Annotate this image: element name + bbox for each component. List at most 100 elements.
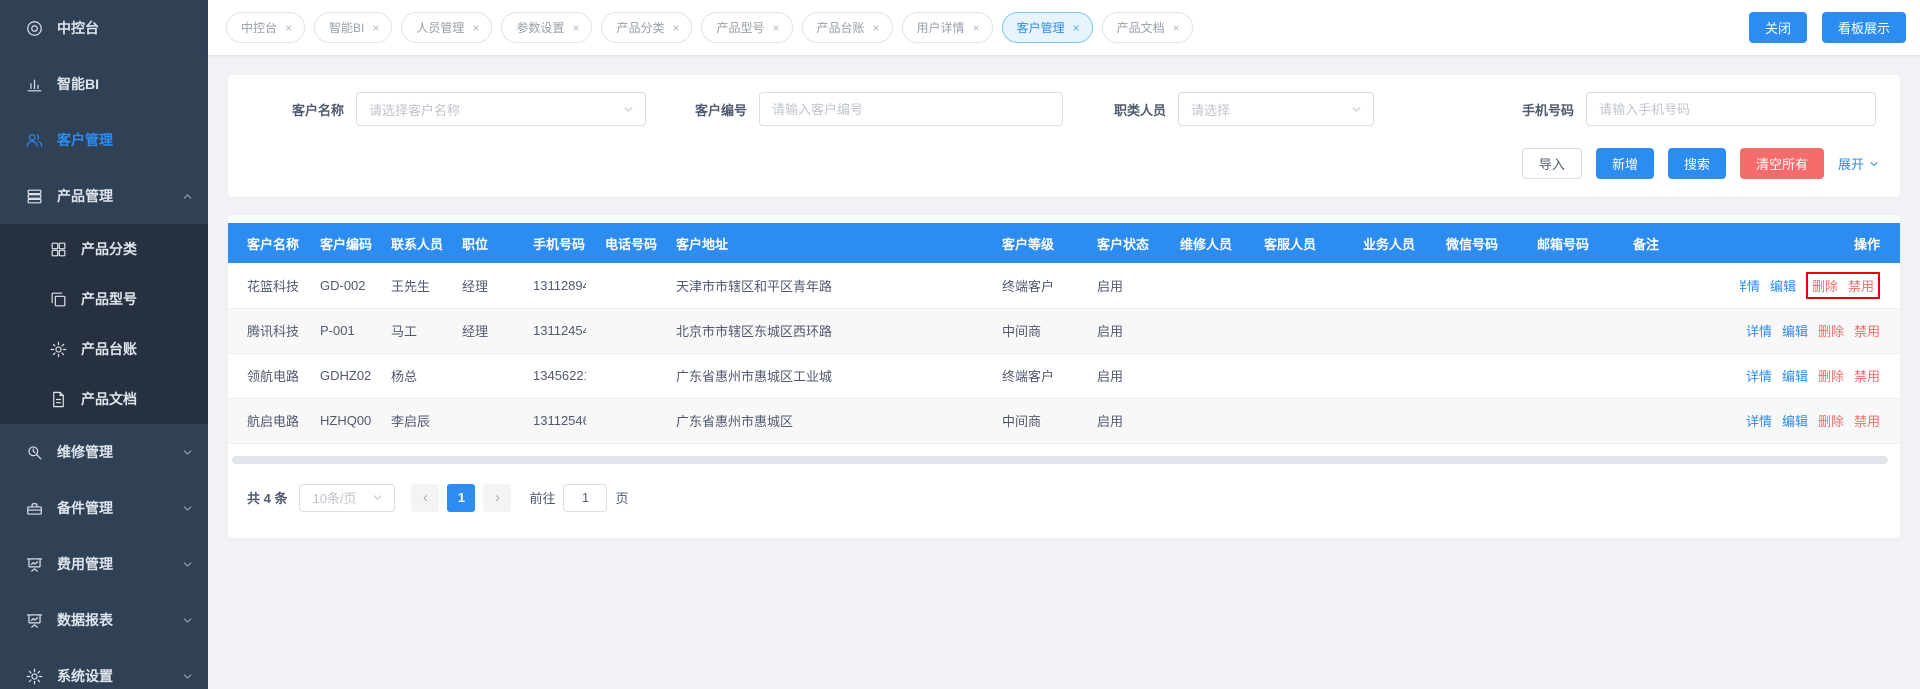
table-cell: HZHQ0029 [301, 398, 372, 443]
close-tab-icon[interactable]: × [572, 22, 579, 34]
column-header: 手机号码 [514, 223, 586, 263]
table-cell: 王先生 [372, 263, 443, 308]
job-person-select[interactable]: 请选择 [1178, 92, 1374, 126]
tab-label: 产品型号 [716, 19, 764, 36]
detail-link[interactable]: 详情 [1740, 276, 1760, 295]
page-size-select[interactable]: 10条/页 [299, 484, 395, 512]
column-header: 邮箱号码 [1518, 223, 1614, 263]
detail-link[interactable]: 详情 [1746, 321, 1772, 340]
sidebar-item-label: 产品分类 [81, 239, 194, 259]
app-root: 中控台智能BI客户管理产品管理产品分类产品型号产品台账产品文档维修管理备件管理费… [0, 0, 1920, 689]
board-icon [24, 610, 44, 630]
table-cell: 中间商 [983, 398, 1078, 443]
tab-label: 客户管理 [1017, 19, 1065, 36]
edit-link[interactable]: 编辑 [1782, 411, 1808, 430]
sidebar-item-customers[interactable]: 客户管理 [0, 112, 208, 168]
kanban-display-button[interactable]: 看板展示 [1822, 12, 1906, 43]
phone-input[interactable] [1586, 92, 1876, 126]
table-cell [1344, 263, 1427, 308]
prev-page-button[interactable]: ‹ [411, 484, 439, 512]
tab-label: 参数设置 [516, 19, 564, 36]
table-cell: 131128942... [514, 263, 586, 308]
page-number-button[interactable]: 1 [447, 484, 475, 512]
detail-link[interactable]: 详情 [1746, 366, 1772, 385]
field-label: 职类人员 [1114, 100, 1166, 119]
close-tab-icon[interactable]: × [773, 22, 780, 34]
sidebar-item-product-category[interactable]: 产品分类 [0, 224, 208, 274]
close-tab-icon[interactable]: × [1173, 22, 1180, 34]
table-cell [1245, 263, 1344, 308]
delete-link[interactable]: 删除 [1812, 276, 1838, 295]
close-button[interactable]: 关闭 [1749, 12, 1807, 43]
customer-name-select[interactable]: 请选择客户名称 [356, 92, 646, 126]
disable-link[interactable]: 禁用 [1854, 321, 1880, 340]
column-header: 客户编码 [301, 223, 372, 263]
close-tab-icon[interactable]: × [1073, 22, 1080, 34]
sidebar-item-repair[interactable]: 维修管理 [0, 424, 208, 480]
table-cell: 中间商 [983, 308, 1078, 353]
sidebar-item-expenses[interactable]: 费用管理 [0, 536, 208, 592]
scrollbar-thumb[interactable] [232, 456, 1888, 464]
next-page-button[interactable]: › [483, 484, 511, 512]
detail-link[interactable]: 详情 [1746, 411, 1772, 430]
table-cell [1161, 353, 1245, 398]
sidebar-item-bi[interactable]: 智能BI [0, 56, 208, 112]
close-tab-icon[interactable]: × [672, 22, 679, 34]
chevron-down-icon [1868, 158, 1880, 170]
page-suffix-label: 页 [615, 488, 628, 507]
disable-link[interactable]: 禁用 [1848, 276, 1874, 295]
field-job-person: 职类人员请选择 [1114, 92, 1374, 126]
close-tab-icon[interactable]: × [973, 22, 980, 34]
sidebar-item-label: 费用管理 [57, 554, 181, 574]
tab-console[interactable]: 中控台× [226, 12, 305, 43]
close-tab-icon[interactable]: × [873, 22, 880, 34]
chevron-down-icon [622, 103, 635, 116]
tab-product-ledger[interactable]: 产品台账× [802, 12, 893, 43]
import-button[interactable]: 导入 [1522, 148, 1582, 179]
document-icon [48, 389, 68, 409]
sidebar-item-product-model[interactable]: 产品型号 [0, 274, 208, 324]
tab-product-model[interactable]: 产品型号 × [701, 12, 792, 43]
delete-link[interactable]: 删除 [1818, 321, 1844, 340]
goto-page-input[interactable] [563, 484, 607, 512]
sidebar-item-product-ledger[interactable]: 产品台账 [0, 324, 208, 374]
search-button[interactable]: 搜索 [1668, 148, 1726, 179]
tab-customers[interactable]: 客户管理 × [1002, 12, 1093, 43]
horizontal-scrollbar[interactable] [232, 456, 1896, 464]
expand-toggle[interactable]: 展开 [1838, 154, 1880, 173]
close-tab-icon[interactable]: × [285, 22, 292, 34]
sidebar-item-settings[interactable]: 系统设置 [0, 648, 208, 689]
tab-product-category[interactable]: 产品分类× [601, 12, 692, 43]
sidebar-item-reports[interactable]: 数据报表 [0, 592, 208, 648]
sidebar-item-product-docs[interactable]: 产品文档 [0, 374, 208, 424]
edit-link[interactable]: 编辑 [1770, 276, 1796, 295]
sidebar-item-console[interactable]: 中控台 [0, 0, 208, 56]
disable-link[interactable]: 禁用 [1854, 366, 1880, 385]
table-cell [1614, 263, 1740, 308]
table-cell [1344, 353, 1427, 398]
delete-link[interactable]: 删除 [1818, 411, 1844, 430]
close-tab-icon[interactable]: × [472, 22, 479, 34]
disable-link[interactable]: 禁用 [1854, 411, 1880, 430]
table-cell: 广东省惠州市惠城区 [657, 398, 983, 443]
delete-link[interactable]: 删除 [1818, 366, 1844, 385]
chevron-down-icon [181, 502, 194, 515]
column-header: 客户状态 [1078, 223, 1161, 263]
table-cell: 启用 [1078, 263, 1161, 308]
tab-product-docs[interactable]: 产品文档× [1102, 12, 1193, 43]
close-tab-icon[interactable]: × [372, 22, 379, 34]
sidebar-item-label: 产品型号 [81, 289, 194, 309]
sidebar-item-spares[interactable]: 备件管理 [0, 480, 208, 536]
edit-link[interactable]: 编辑 [1782, 321, 1808, 340]
add-button[interactable]: 新增 [1596, 148, 1654, 179]
table-cell [1344, 308, 1427, 353]
customer-no-input[interactable] [759, 92, 1063, 126]
clear-all-button[interactable]: 清空所有 [1740, 148, 1824, 179]
tab-user-detail[interactable]: 用户详情× [902, 12, 993, 43]
tab-bi[interactable]: 智能BI× [314, 12, 392, 43]
edit-link[interactable]: 编辑 [1782, 366, 1808, 385]
table-cell: 终端客户 [983, 353, 1078, 398]
sidebar-item-products[interactable]: 产品管理 [0, 168, 208, 224]
tab-personnel[interactable]: 人员管理× [401, 12, 492, 43]
tab-params[interactable]: 参数设置 × [501, 12, 592, 43]
